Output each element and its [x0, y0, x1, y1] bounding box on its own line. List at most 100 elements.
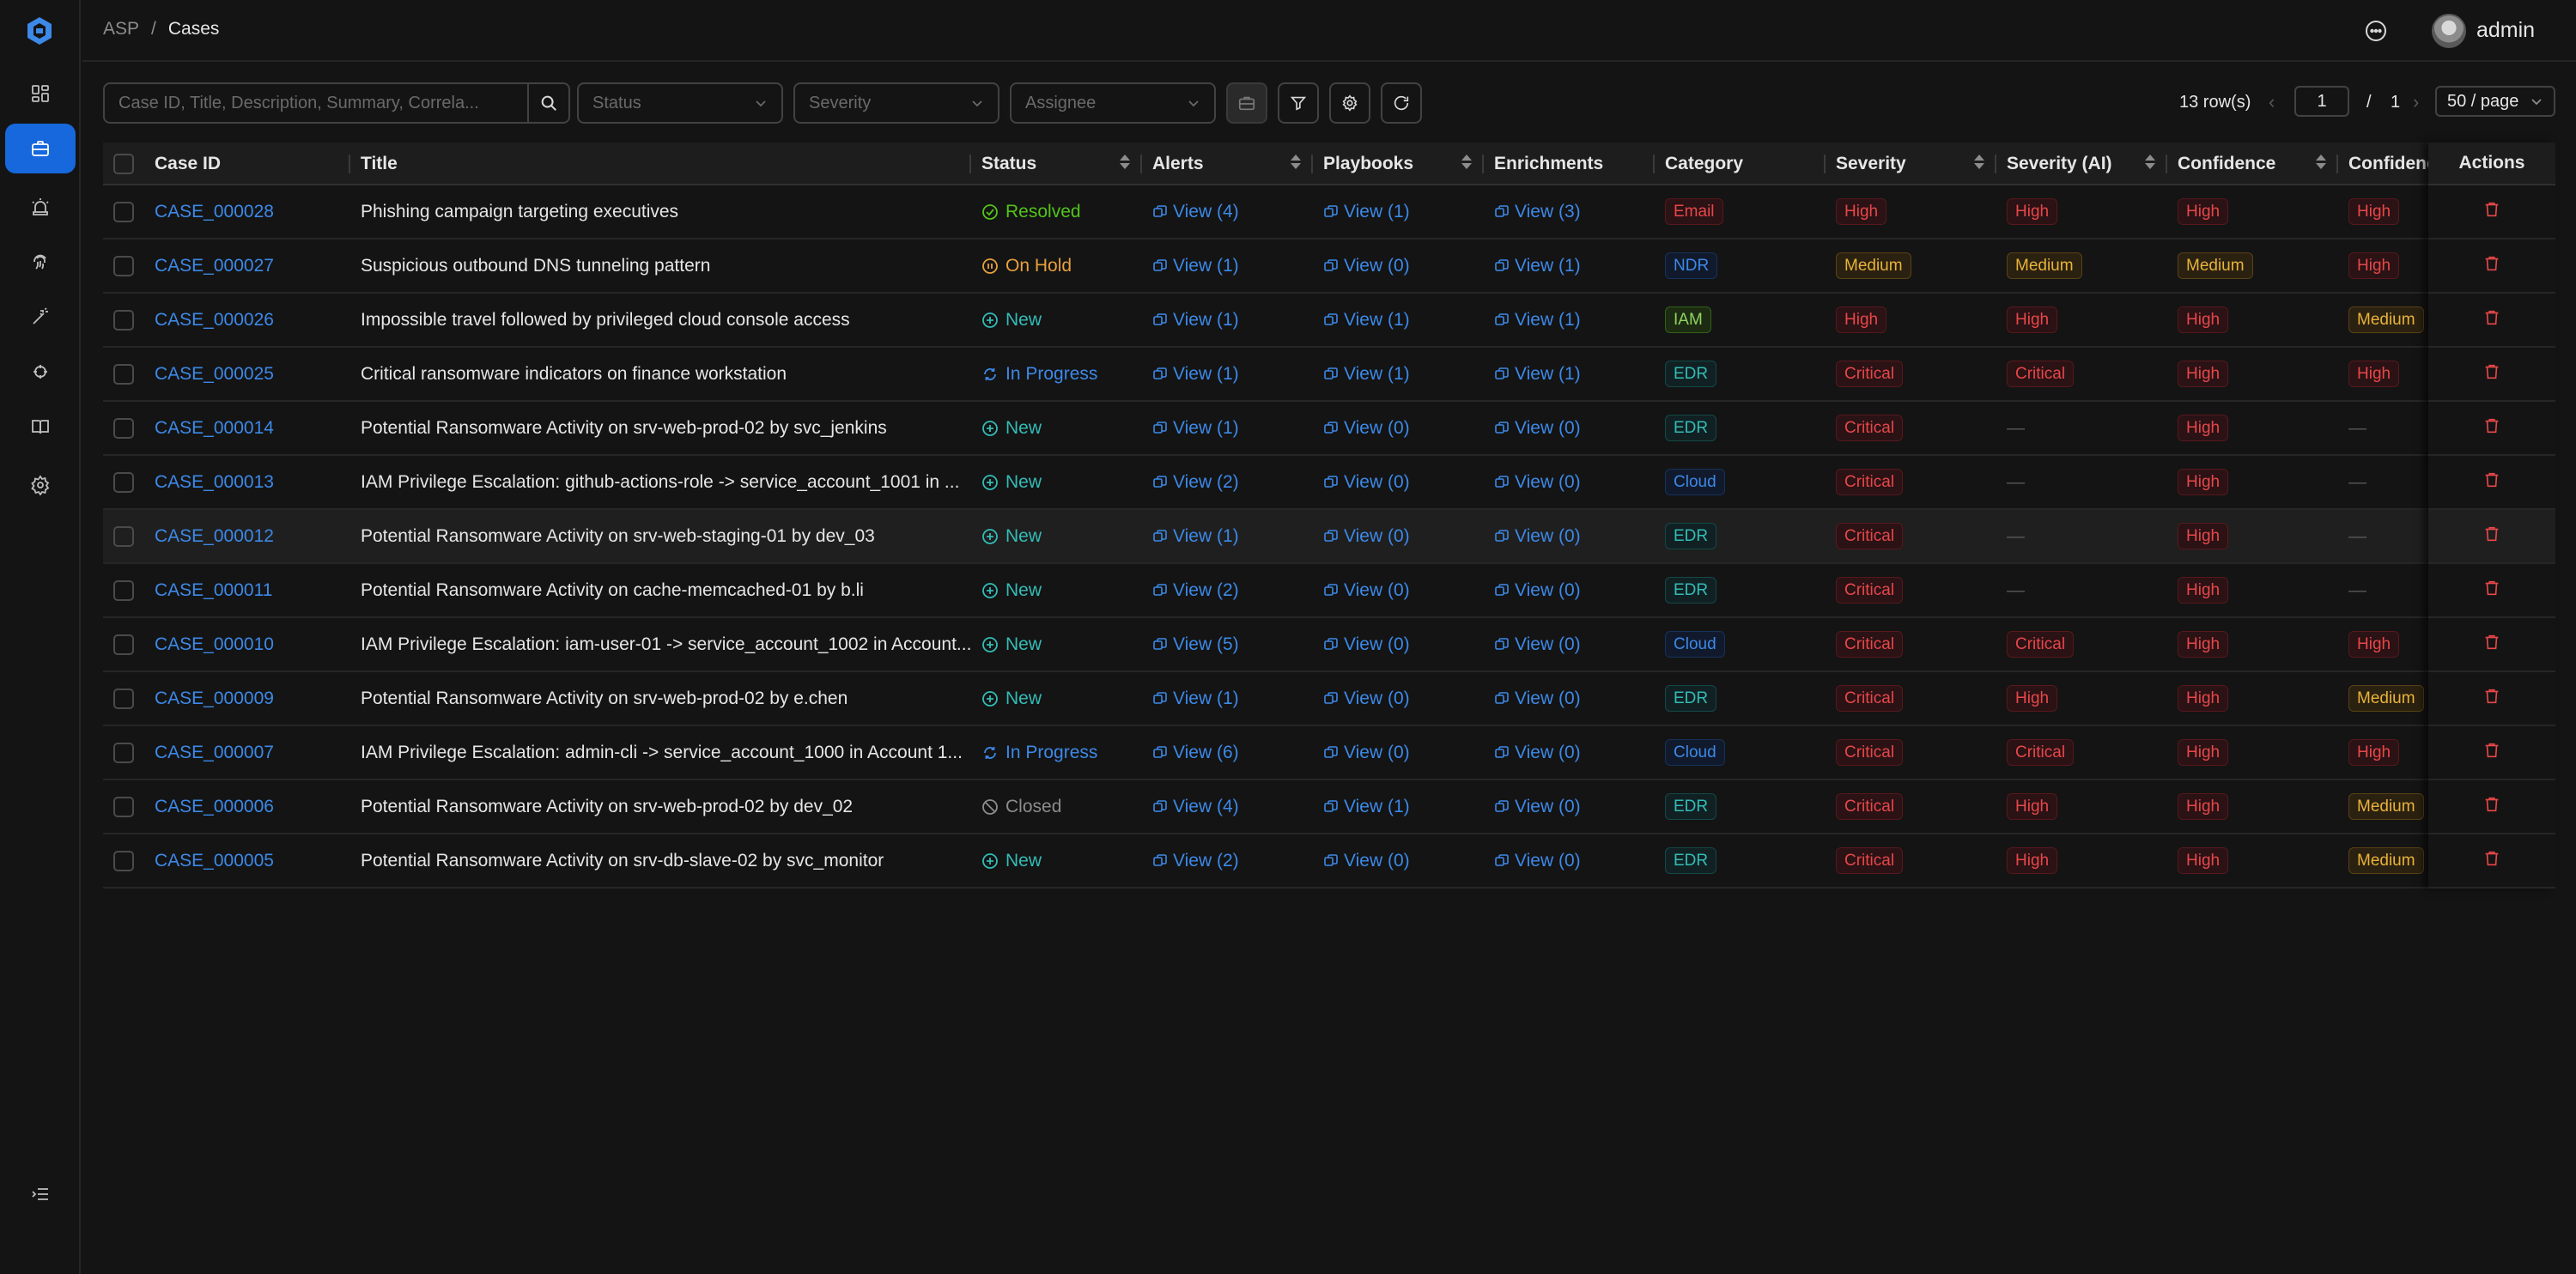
- case-id-link[interactable]: CASE_000006: [155, 797, 274, 817]
- playbooks-view-link[interactable]: View (0): [1323, 472, 1410, 493]
- enrichments-view-link[interactable]: View (0): [1494, 743, 1581, 763]
- delete-icon[interactable]: [2482, 416, 2501, 440]
- message-icon[interactable]: [2363, 18, 2389, 44]
- delete-icon[interactable]: [2482, 849, 2501, 872]
- prev-page-icon[interactable]: ‹: [2269, 91, 2275, 113]
- nav-dashboard[interactable]: [5, 69, 76, 118]
- alerts-view-link[interactable]: View (1): [1152, 310, 1239, 331]
- playbooks-view-link[interactable]: View (1): [1323, 202, 1410, 222]
- case-id-link[interactable]: CASE_000005: [155, 851, 274, 871]
- nav-settings[interactable]: [5, 460, 76, 510]
- case-id-link[interactable]: CASE_000009: [155, 689, 274, 709]
- enrichments-view-link[interactable]: View (0): [1494, 580, 1581, 601]
- avatar[interactable]: [2432, 14, 2466, 48]
- playbooks-view-link[interactable]: View (0): [1323, 418, 1410, 439]
- column-settings-button[interactable]: [1329, 82, 1370, 124]
- alerts-view-link[interactable]: View (2): [1152, 580, 1239, 601]
- menu-collapse-icon[interactable]: [26, 1180, 55, 1209]
- case-id-link[interactable]: CASE_000012: [155, 526, 274, 547]
- filter-button[interactable]: [1278, 82, 1319, 124]
- table-row[interactable]: CASE_000006 Potential Ransomware Activity…: [103, 780, 2555, 834]
- table-row[interactable]: CASE_000011 Potential Ransomware Activity…: [103, 564, 2555, 618]
- bulk-action-button[interactable]: [1226, 82, 1267, 124]
- alerts-view-link[interactable]: View (2): [1152, 851, 1239, 871]
- case-id-link[interactable]: CASE_000028: [155, 202, 274, 222]
- row-checkbox[interactable]: [113, 525, 134, 547]
- nav-alerts[interactable]: [5, 182, 76, 232]
- enrichments-view-link[interactable]: View (0): [1494, 689, 1581, 709]
- delete-icon[interactable]: [2482, 525, 2501, 548]
- row-checkbox[interactable]: [113, 688, 134, 709]
- table-row[interactable]: CASE_000013 IAM Privilege Escalation: git…: [103, 456, 2555, 510]
- row-checkbox[interactable]: [113, 742, 134, 763]
- row-checkbox[interactable]: [113, 255, 134, 276]
- table-row[interactable]: CASE_000005 Potential Ransomware Activity…: [103, 834, 2555, 889]
- case-id-link[interactable]: CASE_000010: [155, 634, 274, 655]
- delete-icon[interactable]: [2482, 633, 2501, 656]
- delete-icon[interactable]: [2482, 362, 2501, 385]
- enrichments-view-link[interactable]: View (1): [1494, 256, 1581, 276]
- table-row[interactable]: CASE_000027 Suspicious outbound DNS tunne…: [103, 240, 2555, 294]
- enrichments-view-link[interactable]: View (0): [1494, 851, 1581, 871]
- table-row[interactable]: CASE_000028 Phishing campaign targeting e…: [103, 185, 2555, 240]
- search-button[interactable]: [529, 84, 568, 122]
- next-page-icon[interactable]: ›: [2413, 91, 2419, 113]
- enrichments-view-link[interactable]: View (0): [1494, 634, 1581, 655]
- alerts-view-link[interactable]: View (1): [1152, 256, 1239, 276]
- delete-icon[interactable]: [2482, 741, 2501, 764]
- app-logo-icon[interactable]: [24, 15, 55, 46]
- alerts-view-link[interactable]: View (4): [1152, 797, 1239, 817]
- row-checkbox[interactable]: [113, 201, 134, 222]
- select-all-checkbox[interactable]: [113, 154, 134, 174]
- enrichments-view-link[interactable]: View (0): [1494, 797, 1581, 817]
- enrichments-view-link[interactable]: View (1): [1494, 364, 1581, 385]
- row-checkbox[interactable]: [113, 417, 134, 439]
- status-select[interactable]: Status: [577, 82, 783, 124]
- delete-icon[interactable]: [2482, 200, 2501, 223]
- row-checkbox[interactable]: [113, 850, 134, 871]
- col-alerts[interactable]: Alerts: [1142, 143, 1313, 185]
- col-playbooks[interactable]: Playbooks: [1313, 143, 1484, 185]
- playbooks-view-link[interactable]: View (1): [1323, 364, 1410, 385]
- nav-knowledge[interactable]: [5, 347, 76, 397]
- nav-playbooks[interactable]: [5, 292, 76, 342]
- table-row[interactable]: CASE_000025 Critical ransomware indicator…: [103, 348, 2555, 402]
- case-id-link[interactable]: CASE_000025: [155, 364, 274, 385]
- enrichments-view-link[interactable]: View (0): [1494, 526, 1581, 547]
- alerts-view-link[interactable]: View (1): [1152, 364, 1239, 385]
- breadcrumb-root[interactable]: ASP: [103, 19, 139, 39]
- playbooks-view-link[interactable]: View (0): [1323, 526, 1410, 547]
- alerts-view-link[interactable]: View (2): [1152, 472, 1239, 493]
- case-id-link[interactable]: CASE_000027: [155, 256, 274, 276]
- table-row[interactable]: CASE_000012 Potential Ransomware Activity…: [103, 510, 2555, 564]
- row-checkbox[interactable]: [113, 309, 134, 331]
- page-size-select[interactable]: 50 / page: [2435, 86, 2555, 117]
- playbooks-view-link[interactable]: View (1): [1323, 797, 1410, 817]
- playbooks-view-link[interactable]: View (0): [1323, 256, 1410, 276]
- col-status[interactable]: Status: [971, 143, 1142, 185]
- case-id-link[interactable]: CASE_000014: [155, 418, 274, 439]
- playbooks-view-link[interactable]: View (0): [1323, 634, 1410, 655]
- alerts-view-link[interactable]: View (6): [1152, 743, 1239, 763]
- nav-cases[interactable]: [5, 124, 76, 173]
- row-checkbox[interactable]: [113, 471, 134, 493]
- enrichments-view-link[interactable]: View (1): [1494, 310, 1581, 331]
- case-id-link[interactable]: CASE_000026: [155, 310, 274, 331]
- case-id-link[interactable]: CASE_000013: [155, 472, 274, 493]
- alerts-view-link[interactable]: View (1): [1152, 689, 1239, 709]
- case-id-link[interactable]: CASE_000011: [155, 580, 272, 601]
- nav-threat-intel[interactable]: [5, 237, 76, 287]
- table-row[interactable]: CASE_000009 Potential Ransomware Activity…: [103, 672, 2555, 726]
- severity-select[interactable]: Severity: [793, 82, 999, 124]
- alerts-view-link[interactable]: View (5): [1152, 634, 1239, 655]
- table-row[interactable]: CASE_000007 IAM Privilege Escalation: adm…: [103, 726, 2555, 780]
- refresh-button[interactable]: [1381, 82, 1422, 124]
- delete-icon[interactable]: [2482, 687, 2501, 710]
- table-row[interactable]: CASE_000014 Potential Ransomware Activity…: [103, 402, 2555, 456]
- delete-icon[interactable]: [2482, 795, 2501, 818]
- table-row[interactable]: CASE_000010 IAM Privilege Escalation: iam…: [103, 618, 2555, 672]
- playbooks-view-link[interactable]: View (0): [1323, 743, 1410, 763]
- delete-icon[interactable]: [2482, 579, 2501, 602]
- col-confidence[interactable]: Confidence: [2167, 143, 2338, 185]
- username[interactable]: admin: [2476, 18, 2535, 43]
